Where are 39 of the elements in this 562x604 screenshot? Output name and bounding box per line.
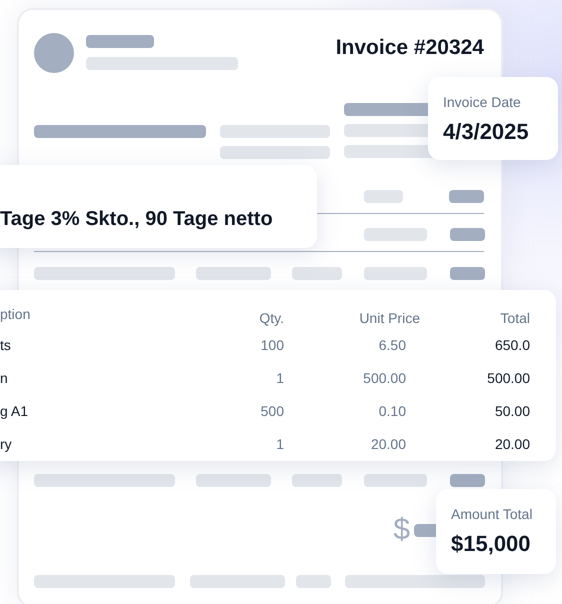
skeleton-bar: [364, 474, 427, 487]
payment-terms-text: Tage 3% Skto., 90 Tage netto: [0, 208, 273, 230]
table-cell-text: 20.00: [370, 435, 407, 454]
invoice-title: Invoice #20324: [336, 36, 484, 60]
skeleton-bar: [450, 267, 485, 280]
table-cell-text: 500: [260, 402, 284, 421]
skeleton-bar: [449, 190, 484, 203]
invoice-date-value: 4/3/2025: [443, 119, 530, 145]
amount-total-label: Amount Total: [451, 506, 534, 522]
avatar-placeholder: [34, 33, 74, 73]
column-header: ption: [0, 305, 32, 324]
table-cell-text: g A1: [0, 402, 30, 421]
currency-symbol: $: [393, 513, 410, 547]
skeleton-bar: [364, 190, 403, 203]
skeleton-bar: [364, 267, 427, 280]
skeleton-bar: [292, 267, 342, 280]
table-cell-text: 500.00: [486, 369, 530, 388]
skeleton-bar: [86, 35, 154, 48]
table-cell-text: 6.50: [378, 336, 407, 355]
table-cell-text: 1: [275, 435, 284, 454]
table-cell-text: 1: [275, 369, 284, 388]
skeleton-bar: [364, 228, 427, 241]
amount-total-value: $15,000: [451, 531, 532, 557]
table-cell-text: 500.00: [362, 369, 407, 388]
table-cell-text: 650.0: [494, 336, 530, 355]
column-header: Unit Price: [358, 309, 420, 328]
table-cell-text: n: [0, 369, 9, 388]
invoice-date-label: Invoice Date: [443, 94, 522, 110]
table-cell-text: ts: [0, 336, 12, 355]
skeleton-bar: [450, 474, 485, 487]
table-cell-text: 50.00: [494, 402, 530, 421]
table-cell-text: 100: [260, 336, 284, 355]
column-header: Qty.: [258, 309, 284, 328]
skeleton-bar: [296, 575, 331, 588]
table-cell-text: ry: [0, 435, 13, 454]
skeleton-bar: [450, 228, 485, 241]
table-cell-text: 20.00: [494, 435, 530, 454]
skeleton-bar: [292, 474, 342, 487]
table-cell-text: 0.10: [378, 402, 407, 421]
